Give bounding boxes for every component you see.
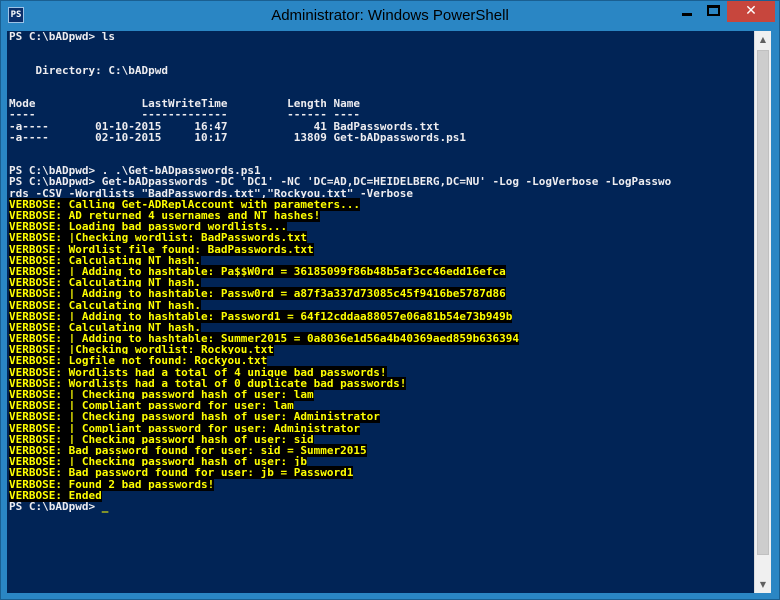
- scrollbar-thumb[interactable]: [757, 50, 769, 555]
- console-line: PS C:\bADpwd> ls: [9, 31, 115, 43]
- window-title: Administrator: Windows PowerShell: [271, 7, 509, 24]
- scroll-up-icon[interactable]: ▲: [755, 31, 771, 48]
- console-lines: PS C:\bADpwd> ls Directory: C:\bADpwd Mod…: [7, 31, 754, 512]
- verbose-line: VERBOSE: Bad password found for user: jb…: [9, 466, 354, 480]
- maximize-button[interactable]: [700, 1, 727, 22]
- verbose-line: VERBOSE: Found 2 bad passwords!: [9, 477, 215, 491]
- vertical-scrollbar[interactable]: ▲ ▼: [754, 31, 771, 593]
- verbose-line: VERBOSE: Ended: [9, 488, 102, 502]
- close-icon: ✕: [745, 3, 757, 19]
- verbose-line: VERBOSE: Calculating NT hash.: [9, 298, 202, 312]
- console-output[interactable]: PS C:\bADpwd> ls Directory: C:\bADpwd Mod…: [7, 31, 754, 593]
- minimize-button[interactable]: [673, 1, 700, 22]
- scroll-down-icon[interactable]: ▼: [755, 576, 771, 593]
- minimize-icon: [682, 13, 692, 16]
- close-button[interactable]: ✕: [727, 1, 775, 22]
- maximize-icon: [707, 5, 720, 16]
- verbose-line: VERBOSE: | Adding to hashtable: Passw0rd…: [9, 287, 506, 301]
- console-line: Directory: C:\bADpwd: [9, 63, 168, 77]
- console-line: -a---- 02-10-2015 10:17 13809 Get-bADpas…: [9, 130, 466, 144]
- title-bar[interactable]: PS Administrator: Windows PowerShell ✕: [1, 1, 779, 31]
- text-cursor: _: [101, 499, 109, 513]
- console-client-area: PS C:\bADpwd> ls Directory: C:\bADpwd Mod…: [7, 31, 771, 593]
- verbose-line: VERBOSE: | Checking password hash of use…: [9, 410, 380, 424]
- powershell-window: PS Administrator: Windows PowerShell ✕ P…: [0, 0, 780, 600]
- prompt-text: PS C:\bADpwd>: [9, 499, 102, 513]
- verbose-line: VERBOSE: Logfile not found: Rockyou.txt: [9, 354, 268, 368]
- prompt-line[interactable]: PS C:\bADpwd> _: [9, 501, 754, 512]
- verbose-line: VERBOSE: |Checking wordlist: BadPassword…: [9, 231, 308, 245]
